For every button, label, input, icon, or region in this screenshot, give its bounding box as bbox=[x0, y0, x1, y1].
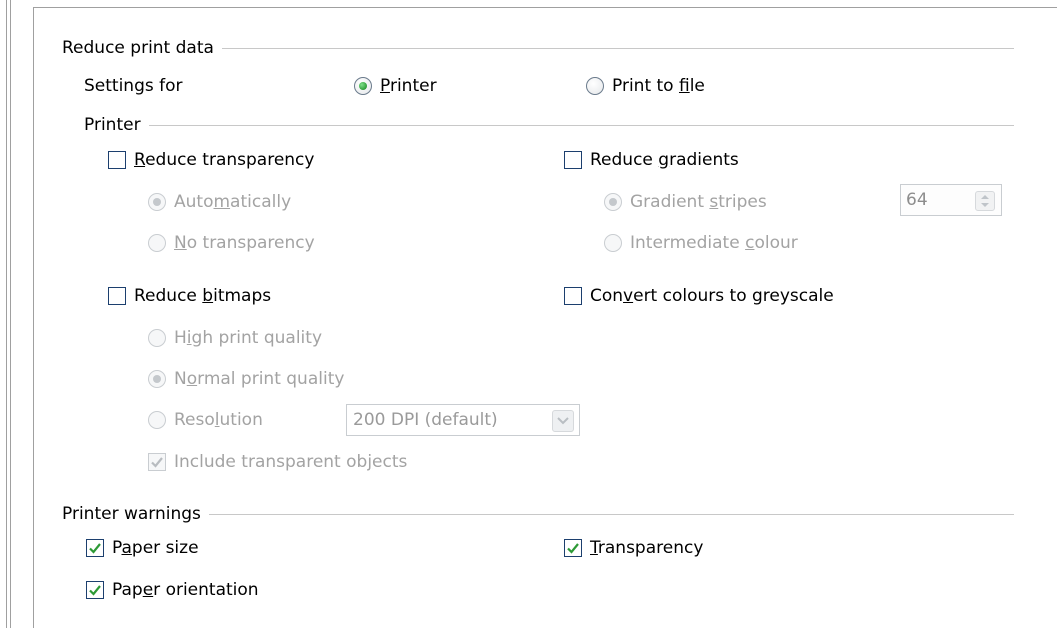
no-transparency-label[interactable]: No transparency bbox=[174, 233, 315, 253]
checkmark-icon bbox=[567, 543, 579, 554]
intermediate-colour-radio[interactable] bbox=[604, 234, 622, 252]
printer-radio[interactable] bbox=[354, 77, 372, 95]
printer-section: Printer bbox=[84, 115, 1014, 135]
printer-warnings-section: Printer warnings bbox=[62, 504, 1014, 524]
resolution-value: 200 DPI (default) bbox=[353, 410, 498, 430]
transparency-warning-checkbox[interactable] bbox=[564, 539, 582, 557]
section-divider bbox=[148, 124, 1014, 126]
reduce-transparency-label[interactable]: Reduce transparency bbox=[134, 150, 314, 170]
convert-greyscale-checkbox[interactable] bbox=[564, 287, 582, 305]
reduce-print-data-section: Reduce print data bbox=[62, 38, 1014, 58]
settings-for-label: Settings for bbox=[84, 76, 183, 96]
normal-print-quality-label[interactable]: Normal print quality bbox=[174, 369, 344, 389]
paper-size-checkbox[interactable] bbox=[86, 539, 104, 557]
resolution-dropdown[interactable]: 200 DPI (default) bbox=[346, 404, 580, 436]
printer-section-title: Printer bbox=[84, 115, 141, 135]
reduce-bitmaps-checkbox[interactable] bbox=[108, 287, 126, 305]
section-divider bbox=[208, 513, 1014, 515]
paper-orientation-label[interactable]: Paper orientation bbox=[112, 580, 259, 600]
include-transparent-objects-checkbox[interactable] bbox=[148, 453, 166, 471]
include-transparent-objects-label[interactable]: Include transparent objects bbox=[174, 452, 407, 472]
checkmark-icon bbox=[89, 585, 101, 596]
resolution-radio[interactable] bbox=[148, 411, 166, 429]
reduce-print-data-title: Reduce print data bbox=[62, 38, 214, 58]
no-transparency-radio[interactable] bbox=[148, 234, 166, 252]
printer-warnings-title: Printer warnings bbox=[62, 504, 201, 524]
print-to-file-radio-label[interactable]: Print to file bbox=[612, 76, 705, 96]
paper-orientation-checkbox[interactable] bbox=[86, 581, 104, 599]
checkmark-icon bbox=[151, 457, 163, 468]
automatically-radio[interactable] bbox=[148, 193, 166, 211]
gradient-stripes-value: 64 bbox=[906, 190, 928, 210]
section-divider bbox=[221, 47, 1014, 49]
reduce-bitmaps-label[interactable]: Reduce bitmaps bbox=[134, 286, 271, 306]
high-print-quality-radio[interactable] bbox=[148, 329, 166, 347]
left-border-inner bbox=[10, 0, 11, 628]
automatically-label[interactable]: Automatically bbox=[174, 192, 291, 212]
paper-size-label[interactable]: Paper size bbox=[112, 538, 199, 558]
gradient-stripes-spinbox[interactable]: 64 bbox=[900, 184, 1002, 216]
gradient-stripes-radio[interactable] bbox=[604, 193, 622, 211]
reduce-transparency-checkbox[interactable] bbox=[108, 151, 126, 169]
resolution-label[interactable]: Resolution bbox=[174, 410, 263, 430]
high-print-quality-label[interactable]: High print quality bbox=[174, 328, 322, 348]
intermediate-colour-label[interactable]: Intermediate colour bbox=[630, 233, 798, 253]
options-panel bbox=[33, 7, 1057, 628]
reduce-gradients-label[interactable]: Reduce gradients bbox=[590, 150, 739, 170]
printer-radio-label[interactable]: Printer bbox=[380, 76, 437, 96]
checkmark-icon bbox=[89, 543, 101, 554]
spin-updown-icon[interactable] bbox=[975, 191, 995, 211]
reduce-gradients-checkbox[interactable] bbox=[564, 151, 582, 169]
print-to-file-radio[interactable] bbox=[586, 77, 604, 95]
transparency-warning-label[interactable]: Transparency bbox=[590, 538, 703, 558]
normal-print-quality-radio[interactable] bbox=[148, 370, 166, 388]
convert-greyscale-label[interactable]: Convert colours to greyscale bbox=[590, 286, 834, 306]
left-border-outer bbox=[6, 0, 7, 628]
chevron-down-icon[interactable] bbox=[552, 410, 574, 432]
gradient-stripes-label[interactable]: Gradient stripes bbox=[630, 192, 767, 212]
